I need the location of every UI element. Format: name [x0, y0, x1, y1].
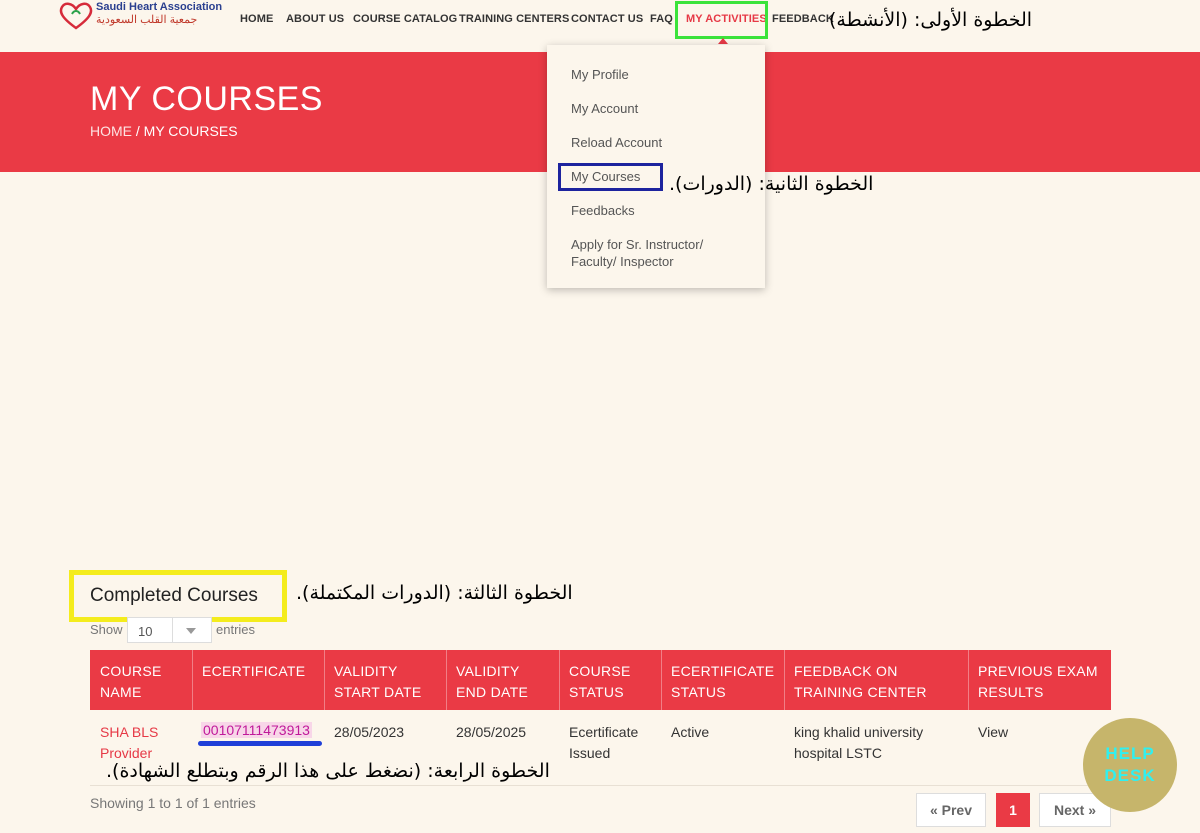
cell-cert-status: Active — [671, 724, 710, 740]
dropdown-caret — [718, 38, 728, 44]
menu-item-my-profile[interactable]: My Profile — [571, 67, 629, 82]
nav-faq[interactable]: FAQ — [650, 13, 673, 27]
entries-select[interactable]: 10 — [127, 617, 212, 643]
highlight-step1-box — [675, 1, 768, 39]
nav-course-catalog[interactable]: COURSE CATALOG — [353, 13, 457, 27]
logo[interactable]: Saudi Heart Association جمعية القلب السع… — [58, 0, 222, 32]
logo-text-ar: جمعية القلب السعودية — [96, 14, 198, 26]
cell-course-name[interactable]: SHA BLS Provider — [100, 722, 158, 764]
menu-item-apply-sr-instructor-line2[interactable]: Faculty/ Inspector — [571, 254, 674, 269]
breadcrumb-separator: / — [135, 123, 140, 139]
prev-page-button[interactable]: « Prev — [916, 793, 986, 827]
highlight-step2-box — [558, 163, 663, 191]
annotation-step3: الخطوة الثالثة: (الدورات المكتملة). — [296, 582, 573, 604]
breadcrumb: HOME / MY COURSES — [90, 123, 238, 139]
menu-item-reload-account[interactable]: Reload Account — [571, 135, 662, 150]
menu-item-feedbacks[interactable]: Feedbacks — [571, 203, 635, 218]
nav-training-centers[interactable]: TRAINING CENTERS — [459, 13, 569, 27]
cell-course-status: Ecertificate Issued — [569, 724, 639, 761]
page-1-button[interactable]: 1 — [996, 793, 1030, 827]
col-header-course-status[interactable]: COURSE STATUS — [569, 661, 631, 703]
col-header-ecertificate-status[interactable]: ECERTIFICATE STATUS — [671, 661, 774, 703]
annotation-step2: الخطوة الثانية: (الدورات). — [669, 173, 874, 195]
cell-validity-end: 28/05/2025 — [456, 724, 527, 740]
annotation-step1: الخطوة الأولى: (الأنشطة) — [829, 9, 1033, 31]
cell-feedback-center: king khalid university hospital LSTC — [794, 724, 924, 761]
annotation-step4: الخطوة الرابعة: (نضغط على هذا الرقم وبتط… — [106, 760, 550, 782]
table-row-divider — [90, 785, 1111, 786]
col-header-validity-end[interactable]: VALIDITY END DATE — [456, 661, 528, 703]
entries-label: entries — [216, 622, 256, 637]
completed-courses-title[interactable]: Completed Courses — [90, 585, 258, 607]
col-header-previous-exam[interactable]: PREVIOUS EXAM RESULTS — [978, 661, 1098, 703]
col-header-course-name[interactable]: COURSE NAME — [100, 661, 162, 703]
help-desk-button[interactable]: HELP DESK — [1083, 718, 1177, 812]
nav-home[interactable]: HOME — [240, 13, 273, 27]
nav-feedback[interactable]: FEEDBACK — [772, 13, 834, 27]
show-label: Show — [90, 622, 123, 637]
chevron-down-icon — [186, 628, 196, 634]
page-title: MY COURSES — [90, 80, 323, 118]
breadcrumb-current: MY COURSES — [143, 123, 238, 139]
col-header-validity-start[interactable]: VALIDITY START DATE — [334, 661, 422, 703]
showing-entries-text: Showing 1 to 1 of 1 entries — [90, 795, 256, 811]
nav-contact[interactable]: CONTACT US — [571, 13, 643, 27]
menu-item-apply-sr-instructor[interactable]: Apply for Sr. Instructor/ — [571, 237, 703, 252]
highlight-step4-underline — [198, 741, 322, 746]
ecertificate-link[interactable]: 00107111473913 — [201, 722, 312, 738]
col-header-ecertificate[interactable]: ECERTIFICATE — [202, 661, 305, 682]
nav-about[interactable]: ABOUT US — [286, 13, 344, 27]
logo-text-en: Saudi Heart Association — [96, 1, 223, 13]
entries-select-value: 10 — [138, 624, 153, 639]
breadcrumb-home[interactable]: HOME — [90, 123, 132, 139]
col-header-feedback[interactable]: FEEDBACK ON TRAINING CENTER — [794, 661, 927, 703]
view-results-link[interactable]: View — [978, 722, 1008, 743]
menu-item-my-account[interactable]: My Account — [571, 101, 638, 116]
cell-validity-start: 28/05/2023 — [334, 724, 405, 740]
heart-logo-icon — [59, 2, 93, 30]
